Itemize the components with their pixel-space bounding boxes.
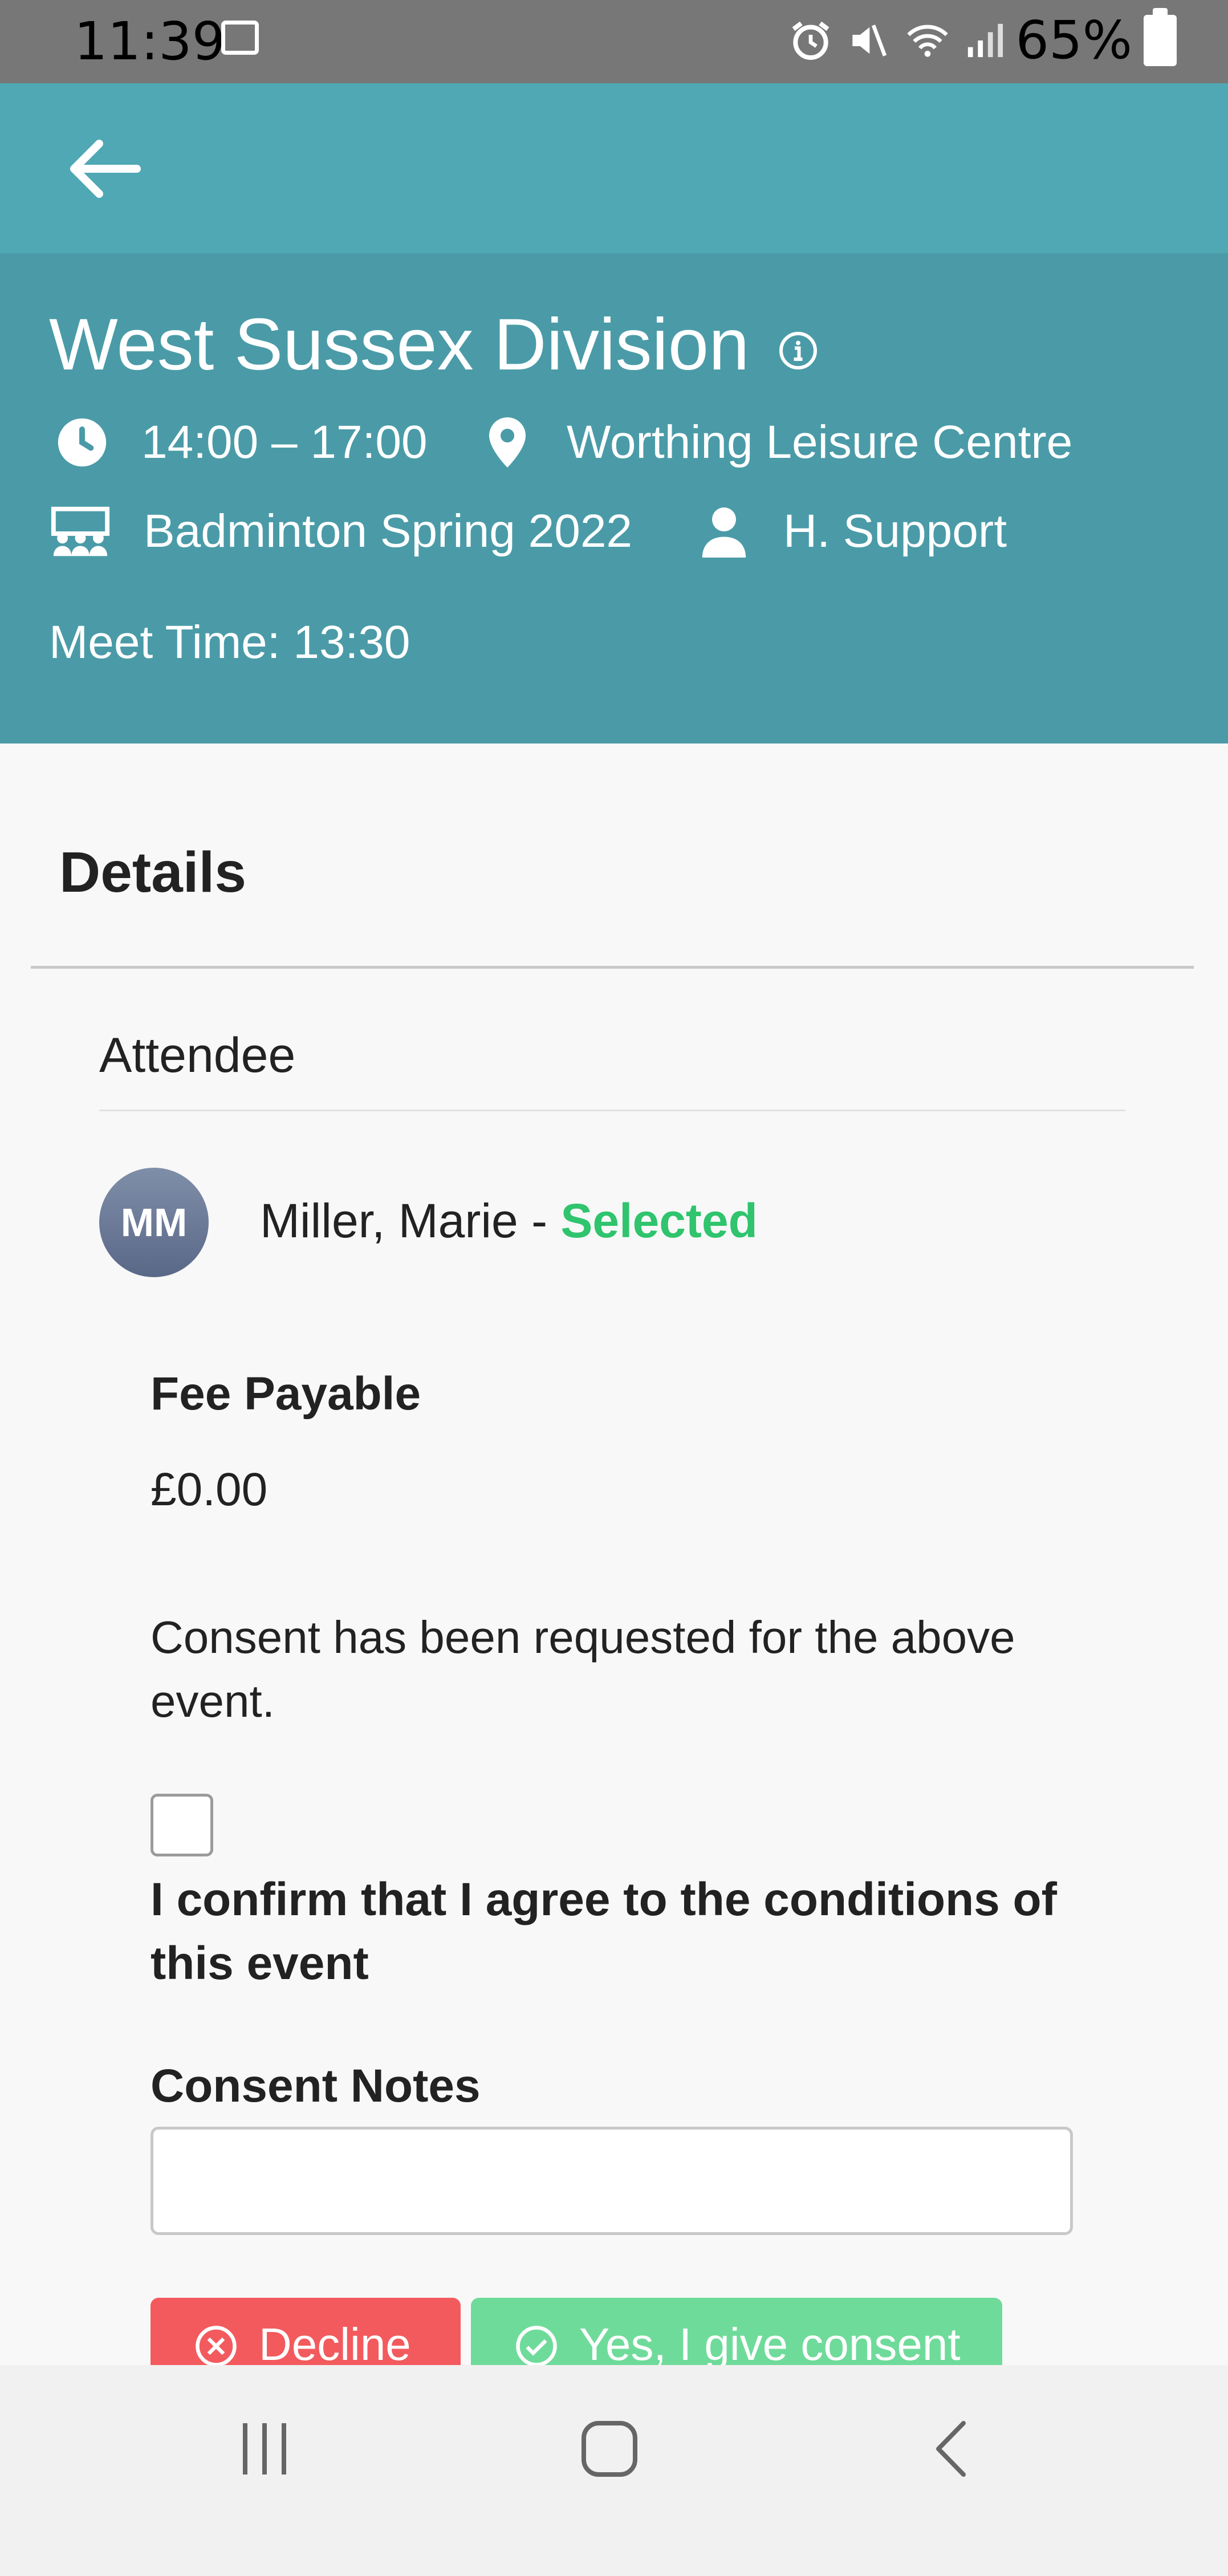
person-icon [697, 504, 751, 559]
attendee-separator: - [518, 1194, 561, 1248]
battery-icon [1144, 8, 1177, 66]
signal-icon [967, 23, 1003, 58]
fee-value: £0.00 [151, 1464, 268, 1515]
details-divider [31, 966, 1194, 969]
event-title: West Sussex Division [49, 304, 750, 385]
meet-time: Meet Time: 13:30 [49, 616, 410, 668]
cancel-circle-icon [196, 2326, 237, 2367]
organiser-row: H. Support [697, 503, 1007, 560]
attendee-name-line: Miller, Marie - Selected [260, 1189, 758, 1252]
location-pin-icon [480, 415, 535, 470]
group-row: Badminton Spring 2022 [49, 503, 632, 560]
home-icon[interactable] [578, 2417, 641, 2480]
image-notification-icon [221, 21, 259, 55]
organiser: H. Support [783, 505, 1007, 557]
attendee-status: Selected [560, 1194, 758, 1248]
avatar: MM [99, 1168, 209, 1277]
consent-notes-label: Consent Notes [151, 2060, 481, 2112]
fee-label: Fee Payable [151, 1368, 421, 1420]
status-time: 11:39 [74, 11, 226, 72]
consent-message: Consent has been requested for the above… [151, 1612, 1015, 1726]
agree-label: I confirm that I agree to the conditions… [151, 1874, 1057, 1989]
attendee-name: Miller, Marie [260, 1194, 518, 1248]
attendee-label: Attendee [99, 1028, 296, 1083]
app-bar [0, 83, 1228, 253]
status-right-group: 65% [788, 8, 1177, 72]
mute-icon [852, 25, 887, 56]
alarm-icon [792, 21, 829, 60]
details-heading: Details [59, 840, 246, 904]
decline-label: Decline [259, 2319, 411, 2370]
battery-percent: 65% [1015, 10, 1132, 71]
event-title-row: West Sussex Division [49, 302, 819, 388]
consent-notes-input[interactable] [151, 2127, 1073, 2235]
location: Worthing Leisure Centre [567, 416, 1073, 468]
time-range-row: 14:00 – 17:00 [55, 414, 428, 471]
back-arrow-icon[interactable] [63, 135, 143, 203]
info-icon[interactable] [778, 330, 819, 371]
system-back-icon[interactable] [929, 2417, 975, 2480]
give-consent-label: Yes, I give consent [579, 2319, 961, 2370]
agree-checkbox[interactable] [151, 1794, 213, 1856]
group-name: Badminton Spring 2022 [144, 505, 633, 557]
clock-icon [55, 415, 109, 470]
location-row: Worthing Leisure Centre [480, 414, 1072, 471]
time-range: 14:00 – 17:00 [141, 416, 428, 468]
wifi-icon [906, 25, 948, 57]
recent-apps-icon[interactable] [236, 2417, 293, 2480]
attendee-divider [99, 1110, 1125, 1111]
group-icon [49, 504, 112, 559]
check-circle-icon [516, 2326, 557, 2367]
